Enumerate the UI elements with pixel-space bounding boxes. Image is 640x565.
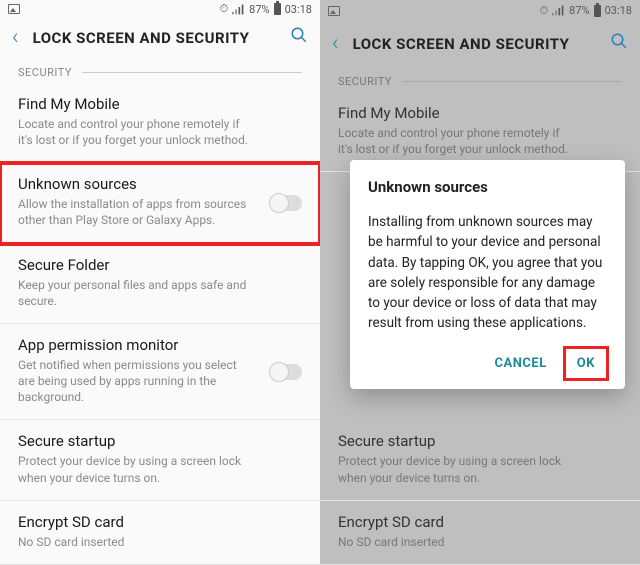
item-desc: Protect your device by using a screen lo… (338, 453, 622, 485)
header: ‹ LOCK SCREEN AND SECURITY (320, 21, 640, 67)
item-desc: Protect your device by using a screen lo… (18, 453, 302, 485)
item-title: Unknown sources (18, 175, 302, 193)
item-desc: No SD card inserted (338, 534, 622, 550)
screen-left: ⏱ 87% 03:18 ‹ LOCK SCREEN AND SECURITY S… (0, 0, 320, 565)
page-title: LOCK SCREEN AND SECURITY (33, 29, 276, 47)
item-encrypt-sd[interactable]: Encrypt SD card No SD card inserted (320, 501, 640, 565)
signal-icon (232, 4, 245, 15)
unknown-sources-toggle[interactable] (270, 195, 302, 211)
item-unknown-sources[interactable]: Unknown sources Allow the installation o… (0, 163, 320, 243)
dialog-actions: CANCEL OK (368, 348, 607, 379)
item-title: App permission monitor (18, 336, 302, 354)
header: ‹ LOCK SCREEN AND SECURITY (0, 18, 320, 58)
section-header: SECURITY (0, 58, 320, 83)
item-desc: No SD card inserted (18, 534, 302, 550)
page-title: LOCK SCREEN AND SECURITY (353, 35, 596, 53)
item-title: Find My Mobile (18, 95, 302, 113)
item-title: Find My Mobile (338, 104, 622, 122)
alarm-icon: ⏱ (220, 2, 229, 16)
section-label: SECURITY (338, 75, 392, 88)
item-app-permission-monitor[interactable]: App permission monitor Get notified when… (0, 324, 320, 421)
screen-right: ⏱ 87% 03:18 ‹ LOCK SCREEN AND SECURITY S… (320, 0, 640, 565)
item-desc: Allow the installation of apps from sour… (18, 196, 302, 228)
item-title: Secure Folder (18, 256, 302, 274)
item-title: Encrypt SD card (18, 513, 302, 531)
alarm-icon: ⏱ (540, 4, 549, 18)
signal-icon (552, 5, 565, 16)
back-icon[interactable]: ‹ (332, 31, 339, 56)
item-title: Secure startup (338, 432, 622, 450)
battery-icon (274, 3, 281, 15)
unknown-sources-dialog: Unknown sources Installing from unknown … (350, 160, 625, 389)
status-bar: ⏱ 87% 03:18 (320, 0, 640, 21)
item-secure-folder[interactable]: Secure Folder Keep your personal files a… (0, 244, 320, 324)
item-title: Secure startup (18, 432, 302, 450)
item-desc: Get notified when permissions you select… (18, 357, 302, 406)
item-encrypt-sd[interactable]: Encrypt SD card No SD card inserted (0, 501, 320, 565)
item-desc: Keep your personal files and apps safe a… (18, 277, 302, 309)
item-title: Encrypt SD card (338, 513, 622, 531)
dialog-body: Installing from unknown sources may be h… (368, 212, 607, 334)
section-label: SECURITY (18, 66, 72, 79)
picture-icon (328, 6, 340, 16)
picture-icon (8, 4, 20, 14)
permission-monitor-toggle[interactable] (270, 364, 302, 380)
cancel-button[interactable]: CANCEL (483, 348, 559, 379)
item-secure-startup[interactable]: Secure startup Protect your device by us… (320, 420, 640, 500)
status-time: 03:18 (285, 3, 312, 16)
item-desc: Locate and control your phone remotely i… (338, 125, 622, 157)
battery-percent: 87% (249, 3, 269, 16)
battery-percent: 87% (569, 4, 589, 17)
battery-icon (594, 5, 601, 17)
search-icon[interactable] (610, 32, 628, 55)
back-icon[interactable]: ‹ (12, 25, 19, 50)
item-find-my-mobile[interactable]: Find My Mobile Locate and control your p… (0, 83, 320, 163)
item-desc: Locate and control your phone remotely i… (18, 116, 302, 148)
section-header: SECURITY (320, 67, 640, 92)
ok-button[interactable]: OK (565, 348, 607, 379)
status-time: 03:18 (605, 4, 632, 17)
search-icon[interactable] (290, 26, 308, 49)
dialog-title: Unknown sources (368, 178, 607, 196)
status-bar: ⏱ 87% 03:18 (0, 0, 320, 18)
item-secure-startup[interactable]: Secure startup Protect your device by us… (0, 420, 320, 500)
